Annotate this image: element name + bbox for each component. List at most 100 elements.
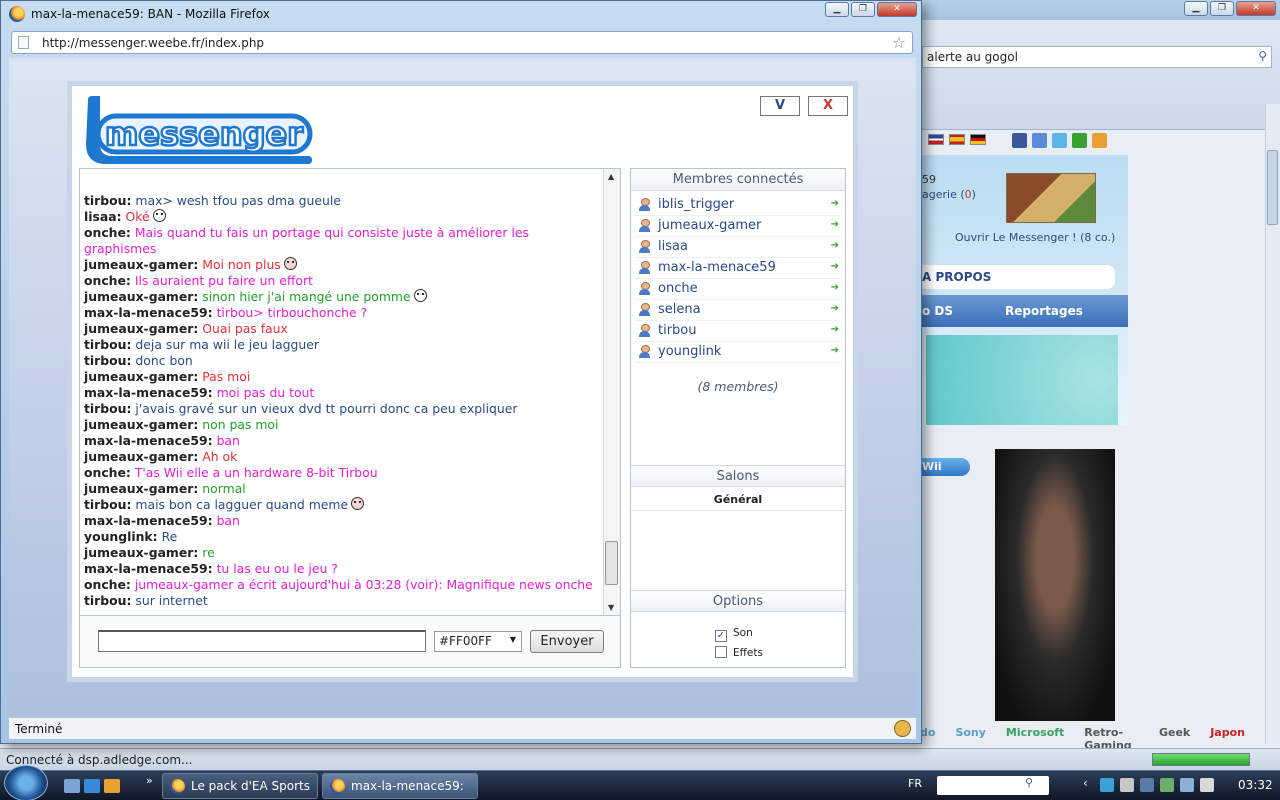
- category-link[interactable]: Microsoft: [1006, 726, 1064, 744]
- friendfeed-icon[interactable]: [1032, 133, 1047, 148]
- tray-expand-icon[interactable]: ‹: [1083, 776, 1088, 790]
- plus-icon[interactable]: [1072, 133, 1087, 148]
- chat-nick[interactable]: jumeaux-gamer:: [84, 289, 198, 304]
- category-link[interactable]: Sony: [955, 726, 985, 744]
- member-item[interactable]: max-la-menace59 ➔: [635, 258, 841, 279]
- message-input[interactable]: [98, 630, 426, 652]
- network-icon[interactable]: [1100, 778, 1114, 792]
- category-link[interactable]: do: [920, 726, 935, 744]
- start-button[interactable]: [4, 765, 48, 800]
- member-item[interactable]: onche ➔: [635, 279, 841, 300]
- category-link[interactable]: Retro-Gaming: [1084, 726, 1139, 752]
- wii-tab[interactable]: Wii: [920, 458, 970, 476]
- member-item[interactable]: tirbou ➔: [635, 321, 841, 342]
- show-desktop-icon[interactable]: [64, 779, 80, 793]
- chat-nick[interactable]: jumeaux-gamer:: [84, 417, 198, 432]
- bookmark-star-icon[interactable]: ☆: [892, 33, 906, 52]
- maximize-button[interactable]: ❐: [851, 2, 875, 17]
- member-item[interactable]: iblis_trigger ➔: [635, 195, 841, 216]
- open-messenger-link[interactable]: Ouvrir Le Messenger ! (8 co.): [955, 231, 1115, 244]
- private-chat-arrow-icon[interactable]: ➔: [831, 198, 839, 209]
- taskbar-item-messenger[interactable]: max-la-menace59: ...: [322, 773, 478, 800]
- chat-log[interactable]: tirbou: max> wesh tfou pas dma gueule lis…: [79, 168, 621, 616]
- chat-nick[interactable]: max-la-menace59:: [84, 513, 213, 528]
- battery-icon[interactable]: [1160, 778, 1174, 792]
- spain-flag-icon[interactable]: [949, 134, 965, 145]
- close-button[interactable]: ✕: [1236, 1, 1276, 16]
- chat-nick[interactable]: tirbou:: [84, 497, 131, 512]
- chat-scroll-thumb[interactable]: [605, 541, 618, 585]
- background-search-field[interactable]: alerte au gogol ⚲: [922, 46, 1272, 68]
- chat-nick[interactable]: tirbou:: [84, 401, 131, 416]
- member-item[interactable]: selena ➔: [635, 300, 841, 321]
- chat-nick[interactable]: onche:: [84, 577, 131, 592]
- clock[interactable]: 03:32: [1238, 778, 1273, 792]
- chat-nick[interactable]: max-la-menace59:: [84, 561, 213, 576]
- germany-flag-icon[interactable]: [970, 134, 986, 145]
- private-chat-arrow-icon[interactable]: ➔: [831, 282, 839, 293]
- chat-nick[interactable]: jumeaux-gamer:: [84, 449, 198, 464]
- apropos-tab[interactable]: A PROPOS: [920, 265, 1115, 289]
- language-indicator[interactable]: FR: [908, 777, 922, 790]
- nav-item-reportages[interactable]: Reportages: [1005, 304, 1083, 318]
- facebook-icon[interactable]: [1012, 133, 1027, 148]
- member-item[interactable]: lisaa ➔: [635, 237, 841, 258]
- private-chat-arrow-icon[interactable]: ➔: [831, 261, 839, 272]
- taskbar-item-ea-sports[interactable]: Le pack d'EA Sports ...: [162, 773, 318, 800]
- chat-nick[interactable]: tirbou:: [84, 193, 131, 208]
- minimize-button[interactable]: ▁: [1184, 1, 1208, 16]
- uk-flag-icon[interactable]: [928, 134, 944, 145]
- scroll-up-icon[interactable]: ▲: [608, 172, 614, 181]
- chat-scrollbar[interactable]: ▲ ▼: [603, 169, 620, 615]
- close-button[interactable]: ✕: [877, 2, 917, 17]
- messenger-tray-icon[interactable]: [1120, 778, 1134, 792]
- switch-windows-icon[interactable]: [84, 779, 100, 793]
- chat-nick[interactable]: onche:: [84, 273, 131, 288]
- chat-nick[interactable]: max-la-menace59:: [84, 385, 213, 400]
- chat-nick[interactable]: younglink:: [84, 529, 158, 544]
- scroll-down-icon[interactable]: ▼: [608, 603, 614, 612]
- chat-nick[interactable]: jumeaux-gamer:: [84, 257, 198, 272]
- salon-general[interactable]: Général: [631, 489, 845, 511]
- chat-nick[interactable]: lisaa:: [84, 209, 122, 224]
- maximize-button[interactable]: ❐: [1210, 1, 1234, 16]
- chat-nick[interactable]: tirbou:: [84, 353, 131, 368]
- private-chat-arrow-icon[interactable]: ➔: [831, 303, 839, 314]
- close-messenger-button[interactable]: X: [808, 96, 848, 116]
- son-checkbox[interactable]: ✓: [715, 630, 727, 642]
- quick-launch-more-icon[interactable]: »: [146, 774, 153, 787]
- member-item[interactable]: jumeaux-gamer ➔: [635, 216, 841, 237]
- media-player-icon[interactable]: [104, 779, 120, 793]
- profile-messages[interactable]: agerie (0): [922, 188, 976, 201]
- chat-nick[interactable]: tirbou:: [84, 593, 131, 608]
- chat-nick[interactable]: max-la-menace59:: [84, 305, 213, 320]
- chat-nick[interactable]: jumeaux-gamer:: [84, 369, 198, 384]
- effets-checkbox[interactable]: [715, 646, 727, 658]
- chat-nick[interactable]: onche:: [84, 225, 131, 240]
- chat-nick[interactable]: tirbou:: [84, 337, 131, 352]
- option-son[interactable]: ✓ Son: [715, 627, 753, 642]
- addon-icon[interactable]: [894, 720, 911, 737]
- tray-app-icon[interactable]: [1140, 778, 1154, 792]
- minimize-messenger-button[interactable]: V: [760, 96, 800, 116]
- nav-item-ds[interactable]: o DS: [922, 304, 953, 318]
- member-item[interactable]: younglink ➔: [635, 342, 841, 363]
- chat-nick[interactable]: max-la-menace59:: [84, 433, 213, 448]
- private-chat-arrow-icon[interactable]: ➔: [831, 219, 839, 230]
- address-bar[interactable]: http://messenger.weebe.fr/index.php ☆: [11, 31, 913, 54]
- chat-nick[interactable]: jumeaux-gamer:: [84, 545, 198, 560]
- minimize-button[interactable]: ▁: [825, 2, 849, 17]
- search-icon[interactable]: ⚲: [1258, 49, 1267, 63]
- private-chat-arrow-icon[interactable]: ➔: [831, 240, 839, 251]
- rss-icon[interactable]: [1092, 133, 1107, 148]
- send-button[interactable]: Envoyer: [530, 630, 604, 653]
- wifi-icon[interactable]: [1200, 778, 1214, 792]
- category-link[interactable]: Japon: [1210, 726, 1245, 744]
- chat-nick[interactable]: jumeaux-gamer:: [84, 481, 198, 496]
- background-scroll-thumb[interactable]: [1267, 150, 1278, 225]
- chat-nick[interactable]: jumeaux-gamer:: [84, 321, 198, 336]
- option-effets[interactable]: Effets: [715, 646, 763, 659]
- category-link[interactable]: Geek: [1159, 726, 1190, 744]
- color-select[interactable]: #FF00FF ▼: [434, 631, 522, 652]
- private-chat-arrow-icon[interactable]: ➔: [831, 345, 839, 356]
